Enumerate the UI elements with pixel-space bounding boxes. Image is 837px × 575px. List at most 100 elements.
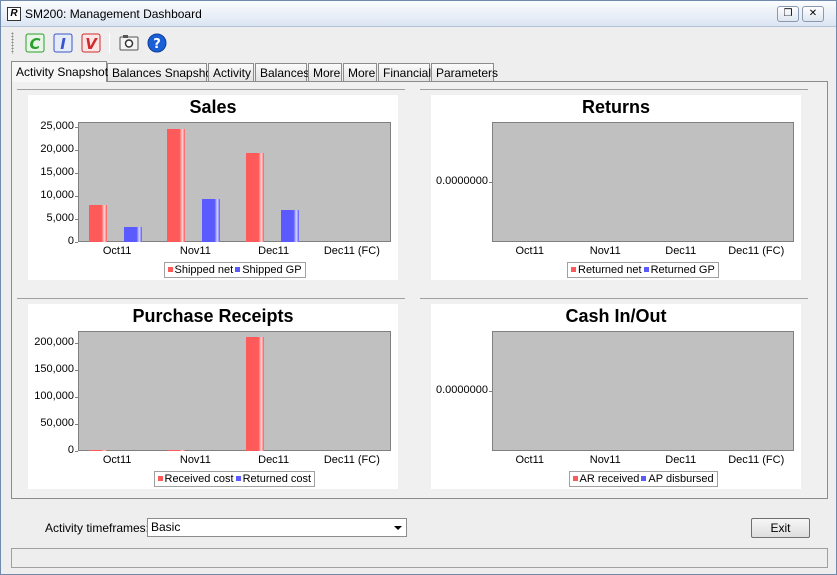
y-tick-label: 100,000 xyxy=(34,389,74,402)
y-tick-mark xyxy=(489,391,492,392)
help-icon: ? xyxy=(147,33,167,53)
help-button[interactable]: ? xyxy=(145,31,169,55)
y-tick-label: 200,000 xyxy=(34,335,74,348)
x-tick-label: Oct11 xyxy=(515,454,545,466)
chart-legend: Received cost Returned cost xyxy=(153,471,316,487)
purchase-receipts-chart: Purchase Receipts 0 50,000 100,000 150,000 20… xyxy=(28,304,398,489)
chart-bar xyxy=(245,153,264,242)
tab-more-1[interactable]: More xyxy=(308,63,342,82)
close-button[interactable]: ✕ xyxy=(802,6,824,22)
legend-label: AP disbursed xyxy=(648,473,714,485)
chart-bar xyxy=(167,128,186,242)
svg-text:I: I xyxy=(60,35,66,53)
title-bar[interactable]: R SM200: Management Dashboard ❒ ✕ xyxy=(1,1,836,27)
y-tick-label: 20,000 xyxy=(40,142,74,155)
x-tick-label: Dec11 xyxy=(258,245,290,257)
y-tick-mark xyxy=(75,195,78,197)
legend-label: Shipped net xyxy=(174,264,234,276)
legend-item: Shipped GP xyxy=(235,264,302,276)
legend-label: Received cost xyxy=(164,473,234,485)
snapshot-button[interactable] xyxy=(117,31,141,55)
tab-balances-snapshot[interactable]: Balances Snapshot xyxy=(107,63,215,82)
toolbar: C I V ? xyxy=(9,29,829,57)
inventory-button[interactable]: I xyxy=(51,31,75,55)
x-tick-label: Dec11 (FC) xyxy=(728,245,785,257)
y-tick-label: 150,000 xyxy=(34,362,74,375)
x-tick-label: Dec11 (FC) xyxy=(323,245,380,257)
blue-i-icon: I xyxy=(53,33,73,53)
red-v-icon: V xyxy=(81,33,101,53)
y-tick-mark xyxy=(75,423,78,425)
x-tick-label: Nov11 xyxy=(179,454,211,466)
returns-chart: Returns 0.0000000 Oct11 Nov11 Dec11 Dec11 (FC… xyxy=(431,95,801,280)
y-tick-mark xyxy=(489,182,492,183)
svg-text:?: ? xyxy=(153,37,161,52)
sales-chart: Sales 0 5,000 10,000 15,000 20,000 25,000 Oct11… xyxy=(28,95,398,280)
chart-cell-divider xyxy=(420,89,808,90)
legend-swatch xyxy=(157,476,163,481)
y-tick-label: 0 xyxy=(67,235,74,247)
x-tick-label: Oct11 xyxy=(102,245,132,257)
vendor-button[interactable]: V xyxy=(79,31,103,55)
x-tick-label: Oct11 xyxy=(102,454,132,466)
chart-cell-divider xyxy=(17,298,405,299)
chart-bar xyxy=(245,337,264,451)
svg-text:V: V xyxy=(85,35,98,53)
legend-swatch xyxy=(167,267,173,272)
customer-button[interactable]: C xyxy=(23,31,47,55)
legend-item: Returned cost xyxy=(235,473,312,485)
y-tick-mark xyxy=(75,242,78,243)
chart-bar xyxy=(280,209,299,242)
chart-title: Cash In/Out xyxy=(565,306,667,326)
toolbar-grip[interactable] xyxy=(11,32,14,54)
legend-label: Returned cost xyxy=(242,473,312,485)
y-tick-label: 15,000 xyxy=(40,165,74,178)
chart-bar xyxy=(202,199,221,242)
legend-item: Returned net xyxy=(571,264,642,276)
chart-cell-divider xyxy=(17,89,405,90)
legend-item: Shipped net xyxy=(167,264,234,276)
x-tick-label: Nov11 xyxy=(179,245,211,257)
x-tick-label: Dec11 (FC) xyxy=(323,454,380,466)
legend-label: AR received xyxy=(579,473,640,485)
tab-parameters[interactable]: Parameters xyxy=(431,63,498,82)
x-tick-label: Nov11 xyxy=(589,245,621,257)
plot-area xyxy=(78,122,391,242)
tab-financial[interactable]: Financial xyxy=(378,63,431,82)
tab-more-2[interactable]: More xyxy=(343,63,377,82)
camera-icon xyxy=(119,35,139,51)
y-tick-label: 5,000 xyxy=(46,211,74,224)
chart-cell-divider xyxy=(420,298,808,299)
legend-label: Returned GP xyxy=(650,264,715,276)
restore-button[interactable]: ❒ xyxy=(777,6,799,22)
chart-bar xyxy=(89,450,107,452)
x-tick-label: Dec11 xyxy=(665,245,697,257)
legend-item: AR received xyxy=(572,473,640,485)
tab-activity-snapshot[interactable]: Activity Snapshot xyxy=(11,61,108,82)
svg-text:C: C xyxy=(29,35,40,53)
legend-label: Returned net xyxy=(578,264,642,276)
chart-legend: Shipped net Shipped GP xyxy=(163,262,306,278)
legend-item: Received cost xyxy=(157,473,234,485)
chart-legend: Returned net Returned GP xyxy=(567,262,719,278)
exit-button[interactable]: Exit xyxy=(751,518,810,538)
timeframes-select[interactable]: Basic xyxy=(147,518,407,537)
chart-title: Returns xyxy=(581,97,650,117)
legend-swatch xyxy=(235,267,241,272)
y-tick-mark xyxy=(75,126,78,128)
app-icon: R xyxy=(7,7,21,21)
window-title: SM200: Management Dashboard xyxy=(25,7,202,21)
x-tick-label: Dec11 xyxy=(258,454,290,466)
y-tick-mark xyxy=(75,369,78,371)
chart-title: Purchase Receipts xyxy=(132,306,294,326)
chart-bar xyxy=(89,205,107,242)
tab-balances[interactable]: Balances xyxy=(255,63,309,82)
x-tick-label: Dec11 (FC) xyxy=(728,454,785,466)
y-tick-label: 0.0000000 xyxy=(436,175,488,187)
legend-swatch xyxy=(572,476,578,481)
chart-bar xyxy=(167,450,186,452)
tab-activity[interactable]: Activity xyxy=(208,63,254,82)
timeframes-label: Activity timeframes: xyxy=(45,521,150,535)
legend-item: AP disbursed xyxy=(641,473,714,485)
y-tick-label: 10,000 xyxy=(40,188,74,201)
